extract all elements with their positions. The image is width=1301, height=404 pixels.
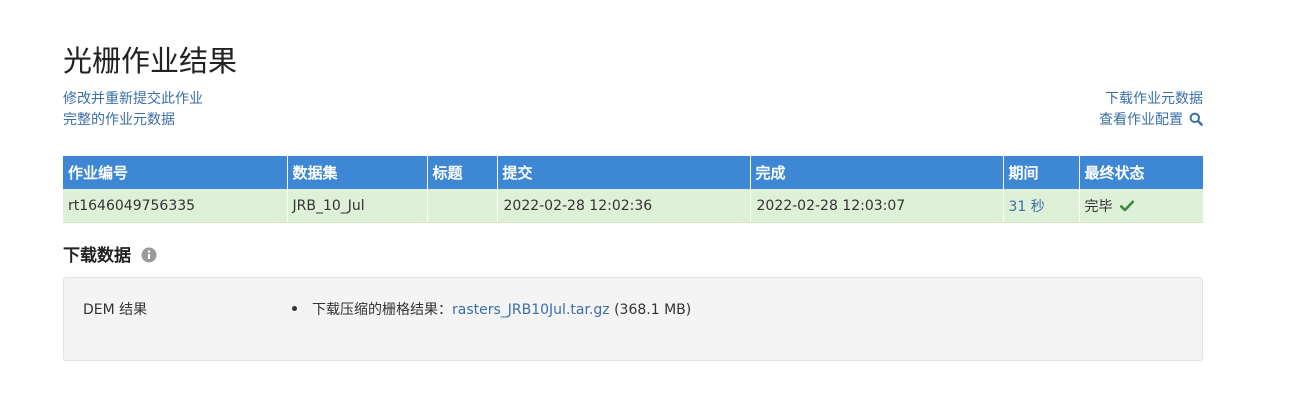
full-metadata-link[interactable]: 完整的作业元数据 [63, 110, 203, 131]
download-section-heading: 下载数据 [63, 244, 157, 268]
download-entry-prefix: 下载压缩的栅格结果： [312, 302, 452, 318]
header-submitted: 提交 [497, 156, 751, 189]
download-heading-text: 下载数据 [63, 246, 131, 266]
status-text: 完毕 [1084, 198, 1113, 215]
bullet [292, 306, 297, 311]
view-config-label: 查看作业配置 [1099, 112, 1183, 128]
download-list: 下载压缩的栅格结果：rasters_JRB10Jul.tar.gz (368.1… [292, 299, 691, 319]
cell-duration: 31 秒 [1003, 189, 1080, 223]
check-icon [1119, 200, 1134, 211]
download-panel: DEM 结果 下载压缩的栅格结果：rasters_JRB10Jul.tar.gz… [63, 277, 1203, 361]
raster-file-link[interactable]: rasters_JRB10Jul.tar.gz [452, 302, 610, 318]
cell-status: 完毕 [1079, 189, 1203, 223]
dem-result-label: DEM 结果 [83, 302, 148, 318]
search-icon [1189, 112, 1203, 126]
header-duration: 期间 [1003, 156, 1080, 189]
job-table: 作业编号 数据集 标题 提交 完成 期间 最终状态 rt164604975633… [63, 156, 1203, 223]
cell-job-id: rt1646049756335 [63, 189, 288, 223]
duration-link[interactable]: 31 秒 [1009, 199, 1045, 215]
cell-title [427, 189, 498, 223]
table-header-row: 作业编号 数据集 标题 提交 完成 期间 最终状态 [63, 156, 1203, 189]
download-metadata-link[interactable]: 下载作业元数据 [1099, 89, 1203, 110]
left-links: 修改并重新提交此作业 完整的作业元数据 [63, 89, 203, 131]
file-size: (368.1 MB) [614, 302, 692, 318]
right-links: 下载作业元数据 查看作业配置 [1099, 89, 1203, 131]
header-completed: 完成 [750, 156, 1004, 189]
table-row: rt1646049756335 JRB_10_Jul 2022-02-28 12… [63, 189, 1203, 223]
cell-completed: 2022-02-28 12:03:07 [750, 189, 1004, 223]
header-dataset: 数据集 [287, 156, 428, 189]
header-status: 最终状态 [1079, 156, 1203, 189]
header-job-id: 作业编号 [63, 156, 288, 189]
page: 光栅作业结果 修改并重新提交此作业 完整的作业元数据 下载作业元数据 查看作业配… [0, 0, 1301, 404]
modify-resubmit-link[interactable]: 修改并重新提交此作业 [63, 89, 203, 110]
list-item: 下载压缩的栅格结果：rasters_JRB10Jul.tar.gz (368.1… [292, 299, 691, 319]
page-title: 光栅作业结果 [63, 44, 238, 78]
header-title: 标题 [427, 156, 498, 189]
cell-submitted: 2022-02-28 12:02:36 [497, 189, 751, 223]
info-icon[interactable] [141, 247, 157, 263]
view-config-link[interactable]: 查看作业配置 [1099, 110, 1203, 131]
cell-dataset: JRB_10_Jul [287, 189, 428, 223]
